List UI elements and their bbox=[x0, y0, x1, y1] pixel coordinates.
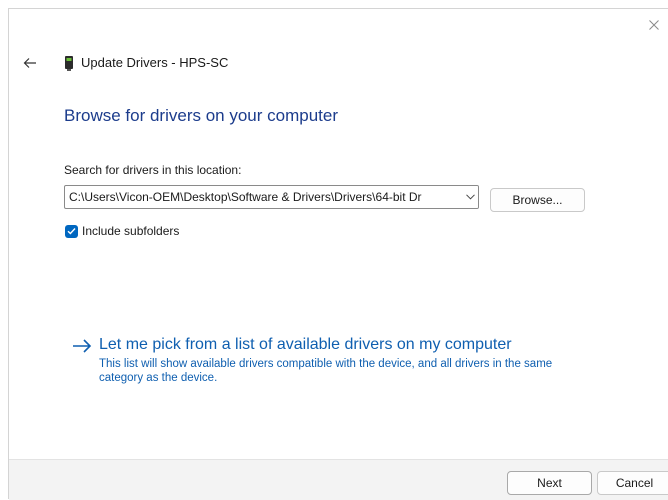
combo-dropdown-button[interactable] bbox=[462, 186, 478, 208]
pick-driver-link-description: This list will show available drivers co… bbox=[99, 358, 553, 384]
device-icon bbox=[65, 56, 73, 71]
close-button[interactable] bbox=[644, 15, 664, 35]
include-subfolders-checkbox[interactable]: Include subfolders bbox=[65, 224, 179, 238]
page-heading: Browse for drivers on your computer bbox=[64, 106, 338, 125]
driver-path-input[interactable]: C:\Users\Vicon-OEM\Desktop\Software & Dr… bbox=[65, 190, 462, 204]
driver-path-combobox[interactable]: C:\Users\Vicon-OEM\Desktop\Software & Dr… bbox=[64, 185, 479, 209]
back-button[interactable] bbox=[20, 53, 40, 73]
checkbox-box[interactable] bbox=[65, 224, 78, 238]
cancel-button[interactable]: Cancel bbox=[597, 471, 668, 495]
dialog-title: Update Drivers - HPS-SC bbox=[81, 55, 229, 70]
checkmark-icon bbox=[67, 228, 76, 235]
back-arrow-icon bbox=[23, 58, 36, 68]
pick-driver-link[interactable]: Let me pick from a list of available dri… bbox=[71, 334, 579, 385]
next-button[interactable]: Next bbox=[507, 471, 592, 495]
dialog-footer: Next Cancel bbox=[9, 459, 668, 500]
search-location-label: Search for drivers in this location: bbox=[64, 163, 242, 177]
update-drivers-dialog: Update Drivers - HPS-SC Browse for drive… bbox=[8, 8, 668, 500]
include-subfolders-label: Include subfolders bbox=[82, 224, 180, 238]
browse-button[interactable]: Browse... bbox=[490, 188, 585, 212]
chevron-down-icon bbox=[465, 194, 475, 200]
right-arrow-icon bbox=[73, 339, 92, 353]
close-icon bbox=[649, 20, 659, 30]
pick-driver-link-title[interactable]: Let me pick from a list of available dri… bbox=[99, 334, 579, 356]
